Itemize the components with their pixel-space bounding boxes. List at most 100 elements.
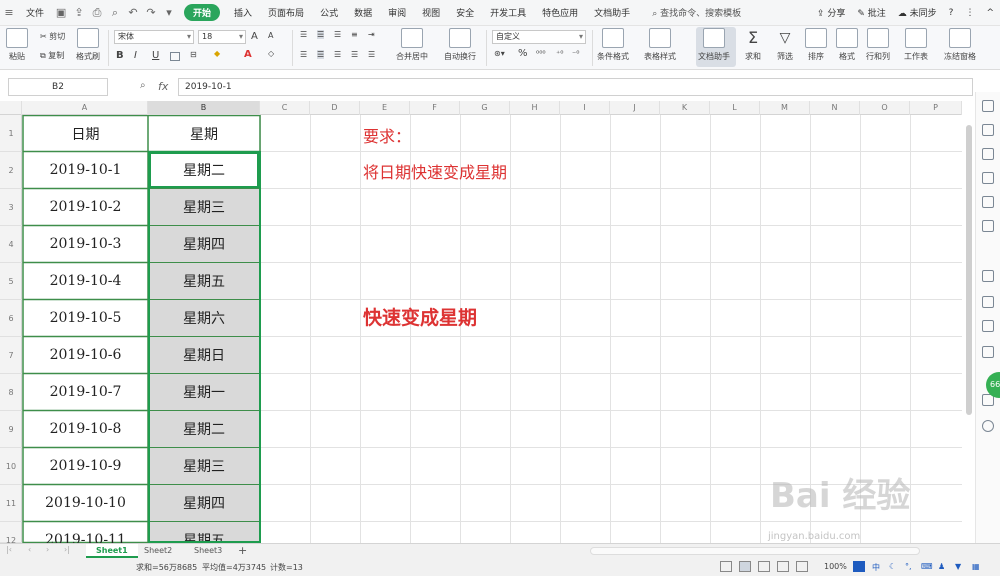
cell-date[interactable]: 2019-10-10: [23, 485, 148, 521]
row-header[interactable]: 5: [0, 263, 22, 300]
distributed-icon[interactable]: ☰: [368, 50, 375, 59]
tab-features[interactable]: 特色应用: [534, 6, 586, 19]
paste-button[interactable]: 粘贴: [6, 28, 28, 62]
tab-formula[interactable]: 公式: [312, 6, 346, 19]
sheet-tab-1[interactable]: Sheet1: [86, 544, 138, 558]
increase-decimal-icon[interactable]: ⁺⁰: [556, 49, 563, 58]
align-left-icon[interactable]: ☰: [300, 50, 307, 59]
row-col-button[interactable]: 行和列: [866, 28, 890, 62]
tab-view[interactable]: 视图: [414, 6, 448, 19]
ime-s-icon[interactable]: [853, 561, 865, 572]
cell-date[interactable]: 2019-10-7: [23, 374, 148, 410]
last-sheet-icon[interactable]: ›|: [64, 545, 70, 554]
print-icon[interactable]: ⎙: [88, 4, 106, 22]
decrease-decimal-icon[interactable]: ⁻⁰: [572, 49, 579, 58]
italic-button[interactable]: I: [134, 50, 137, 61]
column-header-i[interactable]: I: [560, 101, 610, 115]
cell-weekday[interactable]: 星期三: [149, 448, 259, 484]
horizontal-scrollbar[interactable]: [590, 547, 920, 555]
page-view-icon[interactable]: [758, 561, 770, 572]
tab-doc-assistant[interactable]: 文档助手: [586, 6, 638, 19]
select-all[interactable]: [0, 101, 22, 115]
cell-weekday[interactable]: 星期二: [149, 411, 259, 447]
align-bottom-icon[interactable]: ☰: [334, 30, 341, 39]
share-button[interactable]: ⇪ 分享: [811, 6, 851, 19]
tab-review[interactable]: 审阅: [380, 6, 414, 19]
bold-button[interactable]: B: [116, 50, 124, 61]
font-name-select[interactable]: 宋体: [114, 30, 194, 44]
cell-date[interactable]: 2019-10-5: [23, 300, 148, 336]
next-sheet-icon[interactable]: ›: [46, 545, 49, 554]
image-icon[interactable]: [982, 346, 994, 358]
sort-button[interactable]: 排序: [805, 28, 827, 62]
thousands-icon[interactable]: ⁰⁰⁰: [536, 49, 546, 58]
doc-assistant-button[interactable]: 文档助手: [698, 28, 730, 62]
sum-button[interactable]: Σ 求和: [742, 28, 764, 62]
cell-date[interactable]: 2019-10-2: [23, 189, 148, 225]
cell-date[interactable]: 2019-10-11: [23, 522, 148, 543]
split-icon[interactable]: ⊟: [190, 50, 197, 59]
wrap-text-button[interactable]: 自动换行: [444, 28, 476, 62]
column-header-m[interactable]: M: [760, 101, 810, 115]
cell-date[interactable]: 2019-10-4: [23, 263, 148, 299]
align-top-icon[interactable]: ☰: [300, 30, 307, 39]
format-painter-button[interactable]: 格式刷: [76, 28, 100, 62]
row-header[interactable]: 4: [0, 226, 22, 263]
ime-shirt-icon[interactable]: ▼: [955, 562, 961, 571]
column-header-j[interactable]: J: [610, 101, 660, 115]
row-header[interactable]: 9: [0, 411, 22, 448]
row-header[interactable]: 8: [0, 374, 22, 411]
layout-icon[interactable]: [982, 220, 994, 232]
column-header-h[interactable]: H: [510, 101, 560, 115]
cell-weekday[interactable]: 星期四: [149, 226, 259, 262]
number-format-select[interactable]: 自定义: [492, 30, 586, 44]
command-search[interactable]: ⌕ 查找命令、搜索模板: [644, 6, 749, 19]
doc-icon[interactable]: [982, 270, 994, 282]
merge-center-button[interactable]: 合并居中: [396, 28, 428, 62]
ime-user-icon[interactable]: ♟: [938, 562, 945, 571]
shape-icon[interactable]: [982, 124, 994, 136]
fx-icon[interactable]: fx: [158, 80, 168, 93]
tab-developer[interactable]: 开发工具: [482, 6, 534, 19]
table-icon[interactable]: [982, 172, 994, 184]
currency-icon[interactable]: ⊛▾: [494, 49, 505, 58]
more-icon[interactable]: ⋮: [959, 8, 980, 18]
cell-b2-active[interactable]: 星期二: [149, 152, 259, 188]
freeze-panes-button[interactable]: 冻结窗格: [944, 28, 976, 62]
filter-button[interactable]: ▽ 筛选: [774, 28, 796, 62]
border-icon[interactable]: [170, 52, 180, 61]
shrink-font-icon[interactable]: A: [268, 31, 273, 40]
align-center-icon[interactable]: ☰: [317, 50, 325, 59]
column-header-g[interactable]: G: [460, 101, 510, 115]
menu-file[interactable]: 文件: [18, 6, 52, 19]
cell-weekday[interactable]: 星期一: [149, 374, 259, 410]
split-view-icon[interactable]: [777, 561, 789, 572]
row-header[interactable]: 3: [0, 189, 22, 226]
ime-keyboard-icon[interactable]: ⌨: [921, 562, 933, 571]
cell-date[interactable]: 2019-10-9: [23, 448, 148, 484]
ime-grid-icon[interactable]: ▦: [972, 562, 980, 571]
tab-data[interactable]: 数据: [346, 6, 380, 19]
preview-icon[interactable]: ⌕: [106, 4, 124, 22]
export-icon[interactable]: ⇪: [70, 4, 88, 22]
tab-start[interactable]: 开始: [184, 4, 221, 21]
cell-a1[interactable]: 日期: [23, 116, 148, 151]
eye-icon[interactable]: [796, 561, 808, 572]
underline-button[interactable]: U: [152, 50, 159, 61]
redo-icon[interactable]: ↷: [142, 4, 160, 22]
fill-color-icon[interactable]: ◆: [214, 49, 220, 58]
cell-weekday[interactable]: 星期五: [149, 522, 259, 543]
grow-font-icon[interactable]: A: [251, 31, 258, 42]
vertical-scrollbar[interactable]: [964, 120, 974, 540]
backup-icon[interactable]: [982, 320, 994, 332]
add-sheet-button[interactable]: +: [228, 544, 257, 558]
comment-button[interactable]: ✎ 批注: [851, 6, 891, 19]
column-header-p[interactable]: P: [910, 101, 962, 115]
cell-date[interactable]: 2019-10-6: [23, 337, 148, 373]
format-button[interactable]: 格式: [836, 28, 858, 62]
align-middle-icon[interactable]: ☰: [317, 30, 325, 39]
zoom-level[interactable]: 100%: [824, 562, 847, 571]
copy-button[interactable]: ⧉ 复制: [40, 50, 64, 61]
row-header[interactable]: 2: [0, 152, 22, 189]
cell-weekday[interactable]: 星期日: [149, 337, 259, 373]
